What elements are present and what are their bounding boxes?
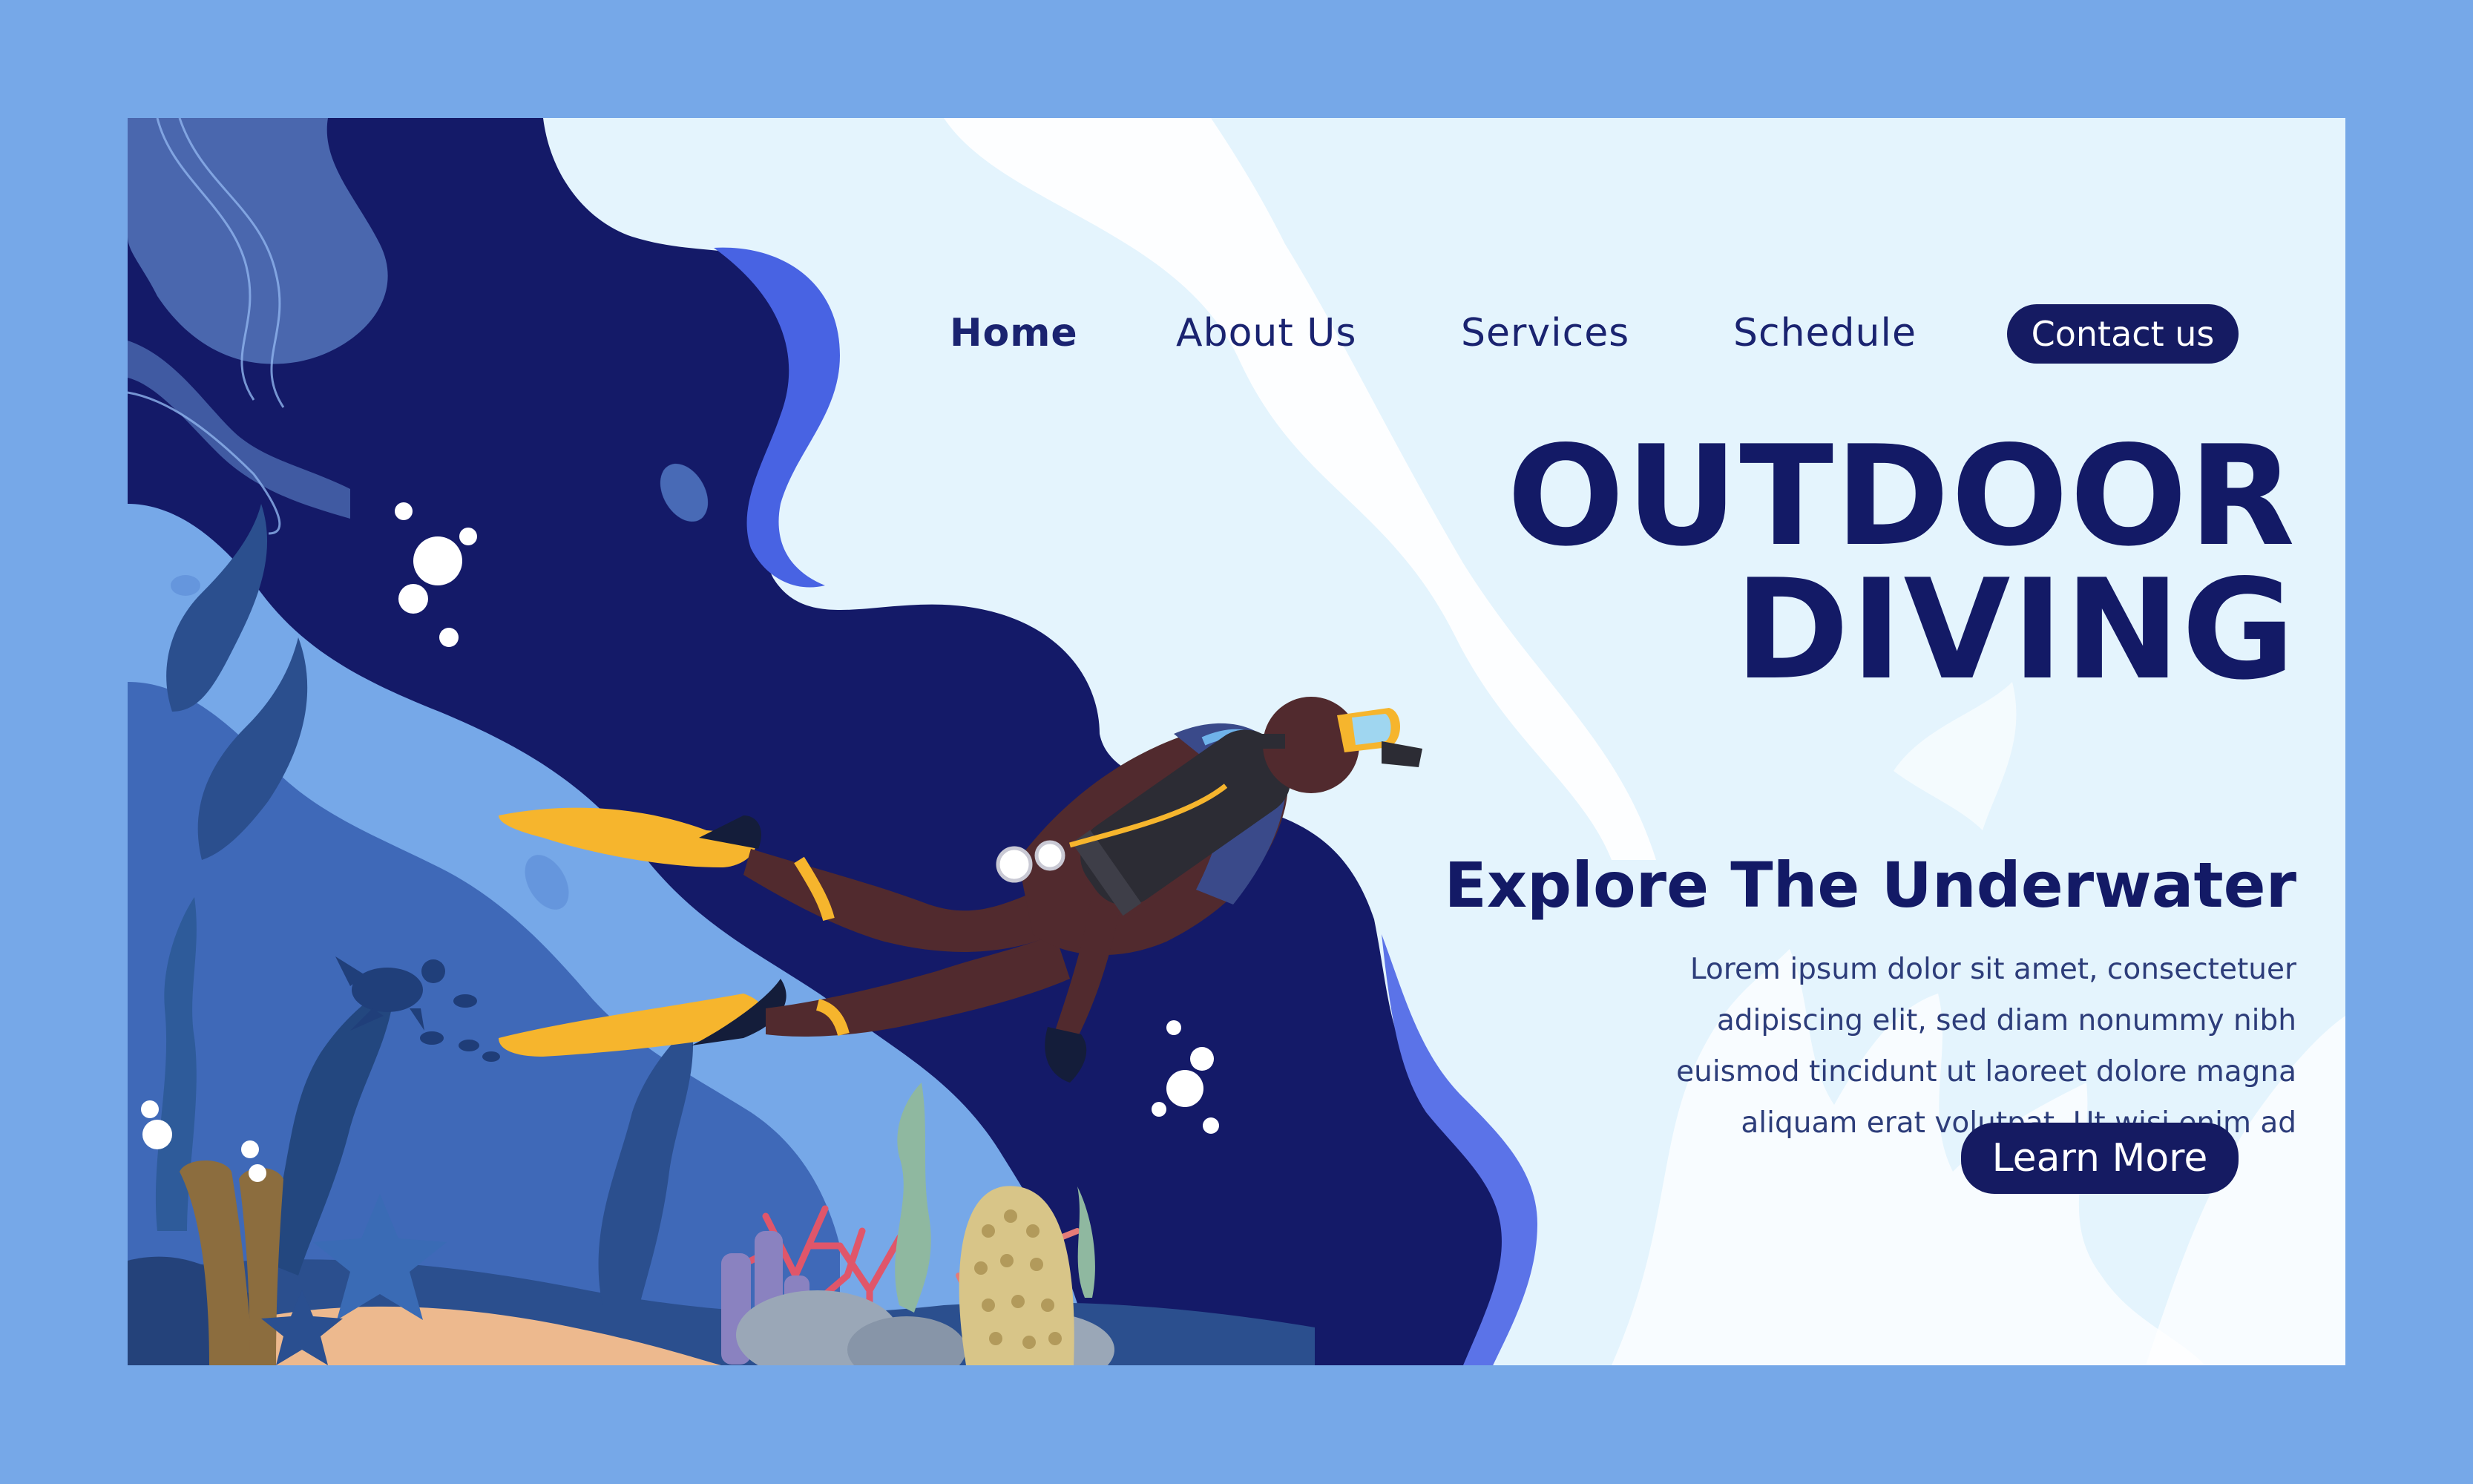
diver-regulator [1382,741,1422,767]
hero-paragraph-line: adipiscing elit, sed diam nonummy nibh [1716,1004,2296,1037]
hero-paragraph-line: Lorem ipsum dolor sit amet, consectetuer [1689,953,2296,986]
hero-subtitle: Explore The Underwater [1444,849,2296,922]
nav-home[interactable]: Home [950,311,1078,355]
contact-us-button[interactable]: Contact us [2007,304,2239,364]
landing-card: Home About Us Services Schedule Contact … [128,118,2345,1365]
gauge [996,846,1033,883]
learn-more-button[interactable]: Learn More [1961,1123,2239,1194]
valve [1248,734,1285,749]
nav-schedule[interactable]: Schedule [1733,311,1917,355]
nav-about-us[interactable]: About Us [1176,311,1356,355]
hero-title-line2: DIVING [1734,549,2296,710]
gauge [1034,840,1065,871]
nav-services[interactable]: Services [1461,311,1629,355]
hero-title-line1: OUTDOOR [1507,416,2296,577]
hero-paragraph-line: euismod tincidunt ut laoreet dolore magn… [1676,1055,2296,1089]
